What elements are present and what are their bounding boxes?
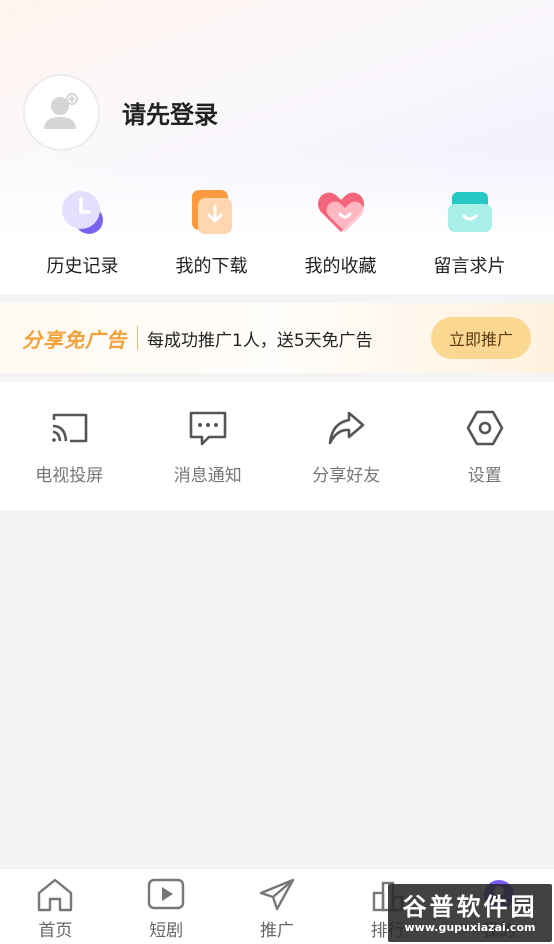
quick-action-label: 我的下载 [175,256,248,277]
quick-action-history[interactable]: 历史记录 [18,186,147,286]
cast-icon [52,413,88,443]
quick-action-favorites[interactable]: 我的收藏 [276,186,405,286]
tab-label: 短剧 [149,921,184,941]
home-icon [38,878,73,912]
tools-grid: 电视投屏 消息通知 分享好友 设置 [0,382,554,510]
quick-action-request[interactable]: 留言求片 [405,186,534,286]
login-prompt[interactable]: 请先登录 [122,95,218,130]
profile-section[interactable]: 请先登录 [23,74,218,151]
watermark-title: 谷普软件园 [402,892,538,921]
message-box-icon [447,192,492,232]
chat-bubble-icon [189,411,227,446]
download-icon [191,190,232,234]
tool-notifications[interactable]: 消息通知 [139,382,278,510]
promote-now-button[interactable]: 立即推广 [431,317,531,359]
tool-share[interactable]: 分享好友 [277,382,416,510]
quick-action-download[interactable]: 我的下载 [147,186,276,286]
user-placeholder-icon [43,92,78,129]
avatar[interactable] [23,74,100,151]
share-icon [328,411,365,445]
tab-label: 首页 [38,921,73,941]
tool-label: 分享好友 [312,466,381,486]
tool-label: 消息通知 [173,466,242,486]
tab-home[interactable]: 首页 [0,869,111,944]
quick-action-label: 历史记录 [46,256,119,277]
tab-label: 推广 [259,921,294,941]
watermark-url: www.gupuxiazai.com [404,920,536,934]
play-icon [147,878,185,910]
quick-actions: 历史记录 我的下载 我的收藏 留言求片 [0,186,554,286]
promo-text: 每成功推广1人，送5天免广告 [147,330,373,351]
heart-icon [317,192,364,232]
tool-settings[interactable]: 设置 [416,382,554,510]
tool-tv-cast[interactable]: 电视投屏 [0,382,139,510]
tab-promote[interactable]: 推广 [222,869,333,944]
promo-title: 分享免广告 [22,327,127,352]
promo-banner[interactable]: 分享免广告 每成功推广1人，送5天免广告 立即推广 [0,303,554,373]
tool-label: 设置 [467,466,502,486]
tool-label: 电视投屏 [35,466,104,486]
quick-action-label: 留言求片 [433,256,506,277]
tab-short-drama[interactable]: 短剧 [111,869,222,944]
promo-divider [137,326,138,350]
watermark: 谷普软件园 www.gupuxiazai.com [388,884,552,942]
clock-icon [61,191,103,234]
quick-action-label: 我的收藏 [304,256,377,277]
settings-icon [466,410,504,446]
paper-plane-icon [259,878,295,911]
